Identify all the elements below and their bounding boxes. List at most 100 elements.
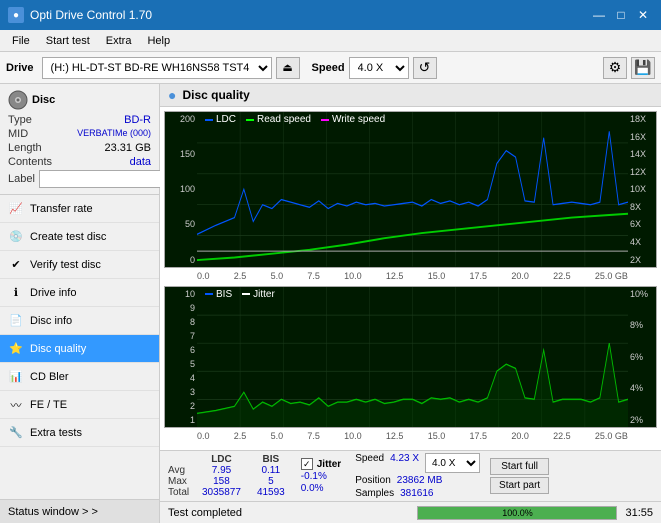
sidebar-item-fe-te[interactable]: 〰 FE / TE (0, 391, 159, 419)
chart-title: Disc quality (182, 88, 249, 102)
bis-dot (205, 293, 213, 295)
stats-avg-row: Avg 7.95 0.11 (164, 465, 293, 476)
bottom-chart-y-left: 10 9 8 7 6 5 4 3 2 1 (165, 287, 197, 427)
minimize-button[interactable]: — (589, 5, 609, 25)
refresh-button[interactable]: ↺ (413, 57, 437, 79)
bottom-chart-svg (197, 287, 628, 427)
disc-label-key: Label (8, 173, 35, 185)
sidebar-item-transfer-rate[interactable]: 📈 Transfer rate (0, 195, 159, 223)
start-part-button[interactable]: Start part (490, 477, 549, 494)
speed-val-stat: 4.23 X (390, 453, 419, 473)
sidebar-item-disc-quality[interactable]: ⭐ Disc quality (0, 335, 159, 363)
top-chart-legend: LDC Read speed Write speed (205, 114, 385, 125)
sidebar-item-disc-info[interactable]: 📄 Disc info (0, 307, 159, 335)
disc-mid-label: MID (8, 128, 28, 140)
save-button[interactable]: 💾 (631, 57, 655, 79)
jitter-label: Jitter (317, 459, 341, 470)
title-bar-controls: — □ ✕ (589, 5, 653, 25)
stats-avg-label: Avg (164, 465, 194, 476)
disc-info-icon: 📄 (8, 313, 24, 329)
app-icon: ● (8, 7, 24, 23)
cd-bler-icon: 📊 (8, 369, 24, 385)
disc-mid-row: MID VERBATIMe (000) (8, 128, 151, 140)
menu-extra[interactable]: Extra (98, 33, 140, 49)
jitter-header-row: ✓ Jitter (301, 458, 341, 470)
extra-tests-icon: 🔧 (8, 425, 24, 441)
disc-length-label: Length (8, 142, 42, 154)
stats-max-label: Max (164, 476, 194, 487)
status-window-button[interactable]: Status window > > (0, 499, 159, 523)
jitter-max-val: 0.0% (301, 483, 341, 494)
sidebar-item-extra-tests[interactable]: 🔧 Extra tests (0, 419, 159, 447)
sidebar-item-drive-info[interactable]: ℹ Drive info (0, 279, 159, 307)
content-area: ● Disc quality LDC Read speed (160, 84, 661, 523)
legend-ldc-label: LDC (216, 114, 236, 125)
speed-label: Speed (312, 62, 345, 74)
top-chart-x-axis: 0.02.55.07.510.012.515.017.520.022.525.0… (197, 271, 628, 281)
title-bar: ● Opti Drive Control 1.70 — □ ✕ (0, 0, 661, 30)
top-chart-y-left: 200 150 100 50 0 (165, 112, 197, 267)
stats-total-bis: 41593 (249, 487, 293, 498)
disc-type-label: Type (8, 114, 32, 126)
sidebar-item-verify-test-disc[interactable]: ✔ Verify test disc (0, 251, 159, 279)
main-area: Disc Type BD-R MID VERBATIMe (000) Lengt… (0, 84, 661, 523)
disc-panel-title: Disc (32, 94, 55, 106)
sidebar-item-label-transfer-rate: Transfer rate (30, 203, 93, 215)
legend-write-speed-label: Write speed (332, 114, 385, 125)
disc-type-value: BD-R (124, 114, 151, 126)
samples-row: Samples 381616 (355, 488, 480, 499)
samples-label: Samples (355, 488, 394, 499)
speed-select[interactable]: 4.0 X (349, 57, 409, 79)
bottom-chart-x-axis: 0.02.55.07.510.012.515.017.520.022.525.0… (197, 431, 628, 441)
jitter-checkbox[interactable]: ✓ (301, 458, 313, 470)
stats-row: LDC BIS Avg 7.95 0.11 Max 158 (164, 453, 657, 499)
stats-total-row: Total 3035877 41593 (164, 487, 293, 498)
start-buttons: Start full Start part (490, 458, 549, 494)
transfer-rate-icon: 📈 (8, 201, 24, 217)
speed-label-stat: Speed (355, 453, 384, 473)
title-bar-left: ● Opti Drive Control 1.70 (8, 7, 152, 23)
sidebar-item-label-drive-info: Drive info (30, 287, 76, 299)
menu-help[interactable]: Help (139, 33, 178, 49)
stats-max-row: Max 158 5 (164, 476, 293, 487)
jitter-dot (242, 293, 250, 295)
close-button[interactable]: ✕ (633, 5, 653, 25)
status-text: Test completed (168, 507, 409, 519)
progress-bar: 100.0% (417, 506, 617, 520)
sidebar-item-cd-bler[interactable]: 📊 CD Bler (0, 363, 159, 391)
disc-label-row: Label 🔍 (8, 170, 151, 188)
nav-items: 📈 Transfer rate 💿 Create test disc ✔ Ver… (0, 195, 159, 499)
eject-button[interactable]: ⏏ (276, 57, 300, 79)
stats-table: LDC BIS Avg 7.95 0.11 Max 158 (164, 454, 293, 498)
stats-bar: LDC BIS Avg 7.95 0.11 Max 158 (160, 450, 661, 501)
start-full-button[interactable]: Start full (490, 458, 549, 475)
jitter-section: ✓ Jitter -0.1% 0.0% (301, 458, 341, 494)
sidebar-item-label-cd-bler: CD Bler (30, 371, 69, 383)
bottom-chart: BIS Jitter 10 9 8 7 6 5 4 3 (164, 286, 657, 428)
stats-max-ldc: 158 (194, 476, 249, 487)
chart-header: ● Disc quality (160, 84, 661, 107)
settings-button[interactable]: ⚙ (603, 57, 627, 79)
disc-icon (8, 90, 28, 110)
position-label: Position (355, 475, 391, 486)
drive-label: Drive (6, 62, 34, 74)
maximize-button[interactable]: □ (611, 5, 631, 25)
fe-te-icon: 〰 (8, 397, 24, 413)
verify-test-disc-icon: ✔ (8, 257, 24, 273)
sidebar-item-label-verify-test-disc: Verify test disc (30, 259, 101, 271)
menu-start-test[interactable]: Start test (38, 33, 98, 49)
stats-max-bis: 5 (249, 476, 293, 487)
legend-jitter-label: Jitter (253, 289, 275, 300)
menu-file[interactable]: File (4, 33, 38, 49)
status-window-label: Status window > > (8, 506, 98, 518)
disc-type-row: Type BD-R (8, 114, 151, 126)
write-speed-dot (321, 119, 329, 121)
sidebar-item-label-disc-quality: Disc quality (30, 343, 86, 355)
chart-header-icon: ● (168, 87, 176, 103)
legend-bis-label: BIS (216, 289, 232, 300)
speed-select-stat[interactable]: 4.0 X (425, 453, 480, 473)
drive-select[interactable]: (H:) HL-DT-ST BD-RE WH16NS58 TST4 (42, 57, 272, 79)
disc-label-input[interactable] (39, 170, 177, 188)
sidebar-item-label-extra-tests: Extra tests (30, 427, 82, 439)
sidebar-item-create-test-disc[interactable]: 💿 Create test disc (0, 223, 159, 251)
